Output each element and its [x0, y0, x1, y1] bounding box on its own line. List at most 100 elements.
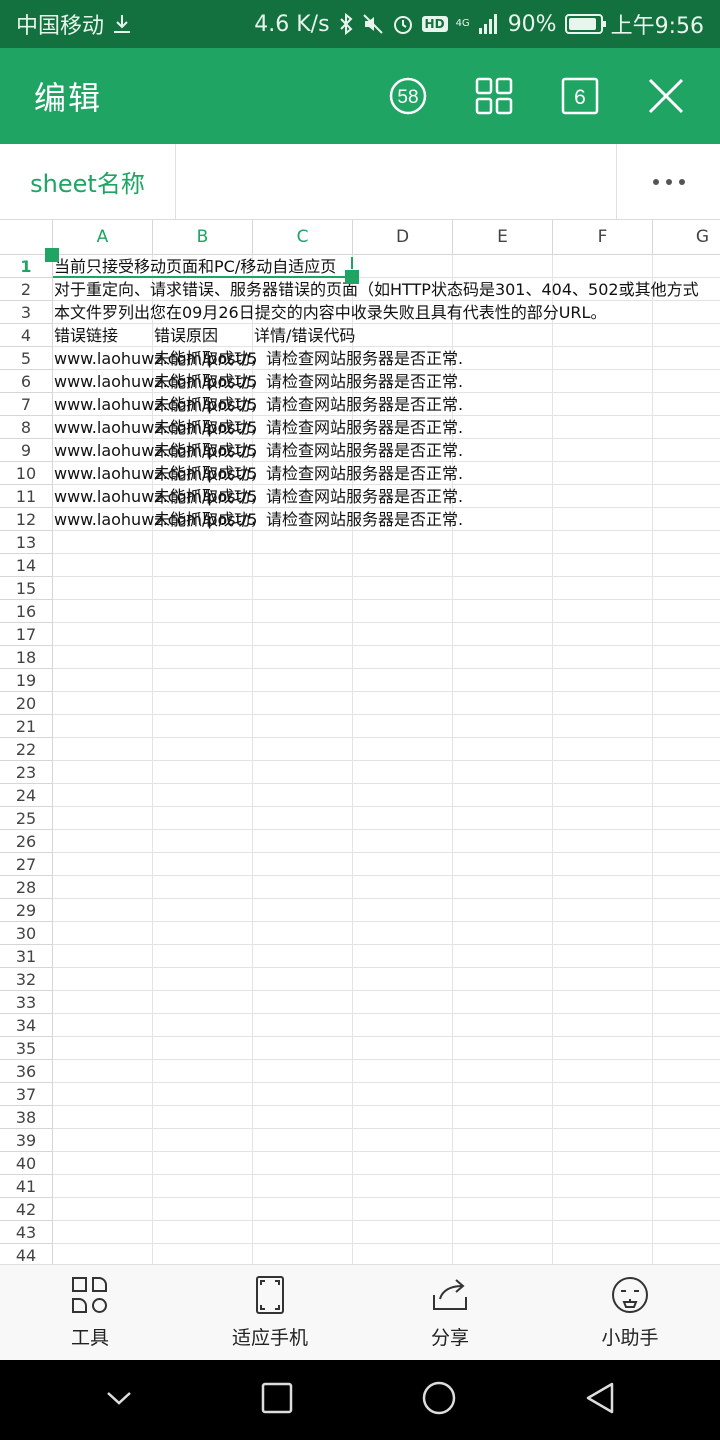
grid-cell[interactable]	[353, 807, 453, 830]
grid-cell[interactable]	[253, 554, 353, 577]
grid-cell[interactable]	[153, 738, 253, 761]
grid-cell[interactable]	[153, 1106, 253, 1129]
grid-cell[interactable]	[153, 1198, 253, 1221]
grid-cell[interactable]	[553, 876, 653, 899]
grid-cell[interactable]	[353, 531, 453, 554]
grid-cell[interactable]	[653, 255, 720, 278]
grid-cell[interactable]	[453, 600, 553, 623]
column-header-g[interactable]: G	[653, 220, 720, 255]
grid-cell[interactable]	[153, 1175, 253, 1198]
grid-cell[interactable]	[153, 646, 253, 669]
recent-apps-button[interactable]	[261, 1382, 293, 1418]
grid-cell[interactable]	[353, 692, 453, 715]
row-header[interactable]: 6	[0, 370, 53, 393]
grid-cell[interactable]	[553, 1083, 653, 1106]
grid-cell[interactable]	[653, 807, 720, 830]
spreadsheet-grid[interactable]: ABCDEFG 1 2 3 4 5 6 7 8 9 10 11 12 13 14 15 16 17 18 19 20 2…	[0, 220, 720, 1264]
tools-button[interactable]: 工具	[0, 1265, 180, 1360]
grid-cell[interactable]	[353, 1175, 453, 1198]
row-header[interactable]: 22	[0, 738, 53, 761]
row-header[interactable]: 12	[0, 508, 53, 531]
selection-start-handle[interactable]	[45, 248, 59, 262]
grid-cell[interactable]	[453, 1106, 553, 1129]
grid-cell[interactable]	[653, 485, 720, 508]
grid-cell[interactable]	[553, 807, 653, 830]
row-header[interactable]: 16	[0, 600, 53, 623]
grid-cell[interactable]	[153, 1037, 253, 1060]
grid-cell[interactable]	[153, 715, 253, 738]
grid-cell[interactable]	[53, 1037, 153, 1060]
grid-cell[interactable]	[553, 1106, 653, 1129]
grid-cell[interactable]	[253, 853, 353, 876]
grid-cell[interactable]	[153, 761, 253, 784]
grid-cell[interactable]	[353, 623, 453, 646]
grid-cell[interactable]	[653, 623, 720, 646]
grid-cell[interactable]	[653, 531, 720, 554]
grid-cell[interactable]	[353, 646, 453, 669]
grid-cell[interactable]	[453, 554, 553, 577]
grid-cell[interactable]	[353, 1129, 453, 1152]
grid-cell[interactable]	[53, 1014, 153, 1037]
grid-cell[interactable]	[153, 669, 253, 692]
row-header[interactable]: 4	[0, 324, 53, 347]
grid-cell[interactable]	[53, 830, 153, 853]
row-header[interactable]: 39	[0, 1129, 53, 1152]
grid-cell[interactable]	[353, 1060, 453, 1083]
grid-cell[interactable]	[553, 393, 653, 416]
grid-cell[interactable]	[453, 531, 553, 554]
grid-cell[interactable]	[153, 554, 253, 577]
grid-cell[interactable]	[553, 347, 653, 370]
grid-cell[interactable]	[253, 1198, 353, 1221]
grid-cell[interactable]	[353, 968, 453, 991]
grid-cell[interactable]	[553, 899, 653, 922]
grid-cell[interactable]	[53, 1083, 153, 1106]
grid-cell[interactable]	[153, 968, 253, 991]
grid-cell[interactable]	[253, 1037, 353, 1060]
grid-cell[interactable]	[553, 922, 653, 945]
grid-cell[interactable]	[53, 1198, 153, 1221]
row-header[interactable]: 37	[0, 1083, 53, 1106]
grid-cell[interactable]	[53, 669, 153, 692]
grid-cell[interactable]	[453, 784, 553, 807]
grid-cell[interactable]	[653, 600, 720, 623]
sheet-tab[interactable]: sheet名称	[0, 144, 176, 219]
grid-cell[interactable]	[353, 830, 453, 853]
column-header-d[interactable]: D	[353, 220, 453, 255]
grid-cell[interactable]	[653, 991, 720, 1014]
grid-cell[interactable]	[353, 669, 453, 692]
grid-cell[interactable]	[453, 1014, 553, 1037]
grid-cell[interactable]	[53, 968, 153, 991]
column-header-a[interactable]: A	[53, 220, 153, 255]
grid-cell[interactable]	[53, 876, 153, 899]
grid-cell[interactable]	[553, 370, 653, 393]
share-button[interactable]: 分享	[360, 1265, 540, 1360]
grid-cell[interactable]	[453, 1060, 553, 1083]
grid-cell[interactable]	[553, 1152, 653, 1175]
back-button[interactable]	[584, 1381, 616, 1419]
grid-cell[interactable]	[253, 991, 353, 1014]
notification-pull-button[interactable]	[104, 1388, 134, 1412]
grid-cell[interactable]	[153, 1152, 253, 1175]
grid-cell[interactable]	[153, 1014, 253, 1037]
grid-cell[interactable]	[653, 899, 720, 922]
grid-cell[interactable]	[253, 968, 353, 991]
grid-cell[interactable]	[653, 1014, 720, 1037]
grid-cell[interactable]	[353, 1244, 453, 1264]
grid-cell[interactable]	[453, 485, 553, 508]
grid-cell[interactable]	[253, 1152, 353, 1175]
row-header[interactable]: 23	[0, 761, 53, 784]
row-header[interactable]: 30	[0, 922, 53, 945]
grid-cell[interactable]	[553, 462, 653, 485]
grid-cell[interactable]	[253, 784, 353, 807]
row-header[interactable]: 33	[0, 991, 53, 1014]
grid-cell[interactable]	[453, 922, 553, 945]
grid-cell[interactable]	[53, 807, 153, 830]
grid-cell[interactable]	[253, 1060, 353, 1083]
grid-cell[interactable]	[153, 623, 253, 646]
grid-cell[interactable]	[53, 715, 153, 738]
notification-count-button[interactable]: 58	[388, 76, 428, 116]
row-header[interactable]: 3	[0, 301, 53, 324]
row-header[interactable]: 42	[0, 1198, 53, 1221]
grid-cell[interactable]	[453, 508, 553, 531]
grid-cell[interactable]	[353, 1106, 453, 1129]
